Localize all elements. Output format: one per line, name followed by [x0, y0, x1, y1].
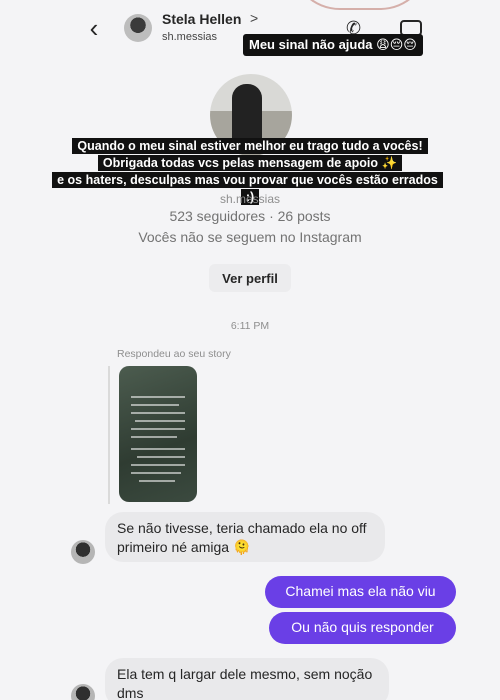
story-text-sticker: Meu sinal não ajuda 😩😔😔	[243, 34, 423, 56]
incoming-message[interactable]: Se não tivesse, teria chamado ela no off…	[105, 512, 385, 562]
contact-name[interactable]: Stela Hellen	[162, 11, 241, 27]
story-text-line	[131, 396, 185, 398]
outgoing-message[interactable]: Ou não quis responder	[269, 612, 456, 644]
replied-to-story-label: Respondeu ao seu story	[117, 348, 231, 360]
story-thumbnail[interactable]	[119, 366, 197, 502]
story-text-line	[131, 404, 179, 406]
follow-status-note: Vocês não se seguem no Instagram	[138, 229, 362, 245]
sender-avatar[interactable]	[71, 540, 95, 564]
story-text-line	[139, 480, 175, 482]
message-timestamp: 6:11 PM	[230, 320, 270, 332]
story-text-line	[131, 464, 185, 466]
chevron-right-icon[interactable]: >	[250, 10, 258, 26]
story-text-line	[131, 472, 181, 474]
story-text-line	[137, 456, 185, 458]
outgoing-message[interactable]: Chamei mas ela não viu	[265, 576, 456, 608]
profile-picture-figure	[232, 84, 262, 144]
story-text-line	[131, 436, 177, 438]
caption-line-2: Obrigada todas vcs pelas mensagem de apo…	[97, 155, 403, 171]
caption-line-1: Quando o meu sinal estiver melhor eu tra…	[72, 138, 428, 154]
incoming-message[interactable]: Ela tem q largar dele mesmo, sem noção d…	[105, 658, 389, 700]
sender-avatar[interactable]	[71, 684, 95, 700]
contact-username: sh.messias	[162, 31, 218, 43]
header-avatar[interactable]	[124, 14, 152, 42]
profile-stats: 523 seguidores · 26 posts	[169, 208, 331, 224]
story-text-line	[131, 428, 185, 430]
story-text-line	[131, 448, 185, 450]
decorative-arc	[290, 0, 430, 10]
reply-indicator-line	[108, 366, 110, 504]
profile-username: sh.messias	[219, 192, 281, 206]
back-arrow-icon[interactable]: ‹	[82, 13, 106, 43]
view-profile-button[interactable]: Ver perfil	[209, 264, 291, 292]
story-text-line	[135, 420, 185, 422]
story-text-line	[131, 412, 185, 414]
